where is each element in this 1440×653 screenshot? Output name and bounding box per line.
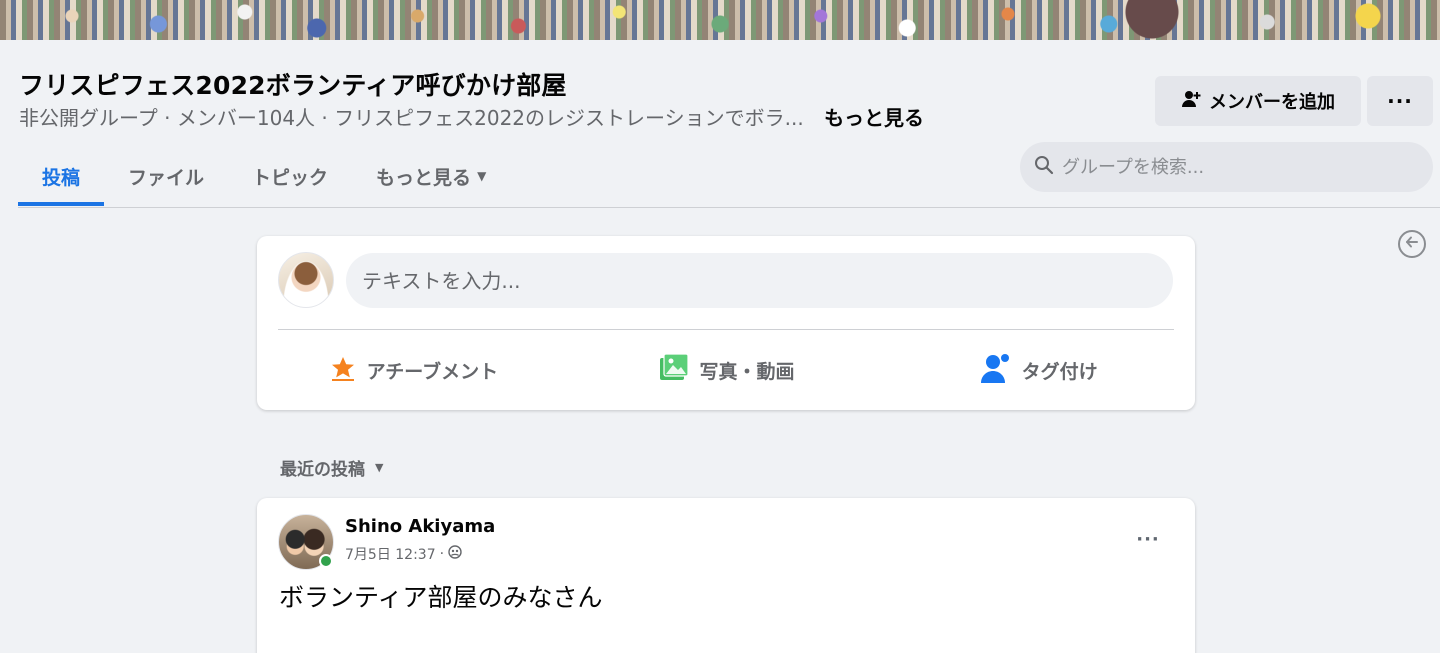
meta-separator: · [439,546,445,562]
group-more-button[interactable]: ··· [1367,76,1433,126]
post-more-button[interactable]: ··· [1131,522,1165,556]
post-meta: 7月5日 12:37 · [345,544,462,564]
group-privacy-icon [448,545,462,563]
chevron-down-icon: ▼ [375,461,384,474]
group-title: フリスピフェス2022ボランティア呼びかけ部屋 [19,71,567,100]
collapse-sidebar-button[interactable] [1398,230,1426,258]
online-status-icon [319,554,333,568]
tab-posts[interactable]: 投稿 [18,146,105,206]
see-more-link[interactable]: もっと見る [824,106,924,130]
tag-people-icon [980,352,1012,389]
sort-dropdown[interactable]: 最近の投稿 ▼ [280,455,383,480]
tag-people-button[interactable]: タグ付け [882,340,1195,400]
group-tabs: 投稿 ファイル トピック もっと見る ▼ [18,146,510,208]
post-timestamp[interactable]: 7月5日 12:37 [345,544,436,564]
tab-more[interactable]: もっと見る ▼ [352,146,510,206]
post-card: Shino Akiyama 7月5日 12:37 · ··· ボランティア部屋の… [257,498,1195,653]
group-header: フリスピフェス2022ボランティア呼びかけ部屋 非公開グループ · メンバー10… [0,40,1440,208]
arrow-left-icon [1404,234,1420,254]
header-divider [18,207,1440,208]
group-subtitle: 非公開グループ · メンバー104人 · フリスピフェス2022のレジストレーシ… [19,102,924,131]
tab-files[interactable]: ファイル [104,146,228,206]
add-member-label: メンバーを追加 [1209,92,1335,113]
post-composer: アチーブメント 写真・動画 [257,236,1195,410]
photo-video-button[interactable]: 写真・動画 [570,340,883,400]
composer-input[interactable] [346,253,1173,308]
tab-label: トピック [252,166,329,189]
photo-icon [658,352,690,388]
tag-people-label: タグ付け [1021,360,1098,383]
search-icon [1034,155,1054,179]
composer-actions: アチーブメント 写真・動画 タグ付け [257,340,1195,400]
add-person-icon [1181,89,1201,114]
tab-label: 投稿 [42,166,81,189]
star-icon [329,354,357,387]
post-author[interactable]: Shino Akiyama [345,516,495,537]
achievement-label: アチーブメント [366,360,499,383]
tab-label: ファイル [128,166,205,189]
group-description: 非公開グループ · メンバー104人 · フリスピフェス2022のレジストレーシ… [19,106,804,130]
tab-label: もっと見る [376,166,472,189]
search-input[interactable] [1062,156,1422,178]
cover-photo[interactable] [0,0,1440,40]
sort-label: 最近の投稿 [280,460,365,480]
group-page: フリスピフェス2022ボランティア呼びかけ部屋 非公開グループ · メンバー10… [0,0,1440,653]
more-dots-icon: ··· [1136,528,1160,550]
avatar[interactable] [278,252,334,308]
photo-video-label: 写真・動画 [699,360,795,383]
post-text: ボランティア部屋のみなさん [279,583,603,612]
divider [278,329,1174,330]
add-member-button[interactable]: メンバーを追加 [1155,76,1361,126]
chevron-down-icon: ▼ [477,169,487,183]
group-search[interactable] [1020,142,1433,192]
tab-topics[interactable]: トピック [228,146,352,206]
more-dots-icon: ··· [1387,89,1413,113]
achievement-button[interactable]: アチーブメント [257,340,570,400]
